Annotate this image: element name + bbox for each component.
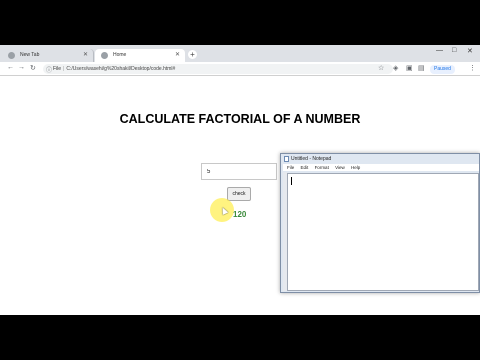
maximize-icon[interactable]: □ [452, 47, 456, 54]
tab-label: Home [113, 52, 127, 58]
menu-help[interactable]: Help [351, 165, 360, 170]
check-button[interactable]: check [227, 187, 251, 201]
address-bar[interactable]: ⓘ File | C:/Users/wasehi/g%20shakil/Deskto… [43, 64, 393, 74]
notepad-title: Untitled - Notepad [291, 156, 332, 162]
address-separator: | [63, 66, 65, 72]
address-scheme: File [53, 66, 62, 72]
notepad-titlebar[interactable]: Untitled - Notepad [281, 154, 479, 164]
menu-icon[interactable]: ⋮ [469, 64, 476, 72]
browser-toolbar: ← → ↻ ⓘ File | C:/Users/wasehi/g%20shakil/… [0, 62, 480, 76]
menu-format[interactable]: Format [315, 165, 329, 170]
bookmark-star-icon[interactable]: ☆ [378, 64, 384, 72]
factorial-result: 120 [233, 210, 247, 219]
extension-icon[interactable]: ◈ [393, 64, 398, 72]
notepad-text-area[interactable] [287, 173, 479, 291]
extension-icon[interactable]: ▤ [418, 64, 425, 72]
page-title: CALCULATE FACTORIAL OF A NUMBER [119, 112, 361, 126]
new-tab-button[interactable]: + [188, 50, 197, 59]
browser-tabstrip: New Tab ✕ Home ✕ + — □ ✕ [0, 45, 480, 62]
notepad-menubar: File Edit Format View Help [283, 164, 479, 171]
close-icon[interactable]: ✕ [83, 51, 88, 58]
extension-icon[interactable]: ▣ [406, 64, 413, 72]
new-tab-favicon-icon [8, 52, 15, 59]
menu-view[interactable]: View [335, 165, 345, 170]
back-icon[interactable]: ← [7, 64, 14, 71]
tab-new-tab[interactable]: New Tab ✕ [2, 49, 94, 62]
minimize-icon[interactable]: — [436, 47, 443, 54]
notepad-icon [284, 156, 289, 162]
profile-paused-badge[interactable]: Paused [430, 65, 455, 74]
tab-home[interactable]: Home ✕ [95, 49, 185, 62]
close-window-icon[interactable]: ✕ [467, 47, 473, 55]
number-input[interactable] [201, 163, 277, 180]
tab-label: New Tab [20, 52, 40, 58]
close-icon[interactable]: ✕ [175, 51, 180, 58]
forward-icon[interactable]: → [18, 64, 25, 71]
address-url: C:/Users/wasehi/g%20shakil/Desktop/code.… [66, 66, 176, 72]
reload-icon[interactable]: ↻ [30, 64, 36, 72]
screen: New Tab ✕ Home ✕ + — □ ✕ ← → ↻ ⓘ File | C:… [0, 45, 480, 315]
menu-file[interactable]: File [287, 165, 294, 170]
page-favicon-icon [101, 52, 108, 59]
text-caret [291, 177, 292, 185]
notepad-window[interactable]: Untitled - Notepad File Edit Format View… [280, 153, 480, 293]
site-info-icon[interactable]: ⓘ [46, 65, 52, 74]
menu-edit[interactable]: Edit [301, 165, 309, 170]
